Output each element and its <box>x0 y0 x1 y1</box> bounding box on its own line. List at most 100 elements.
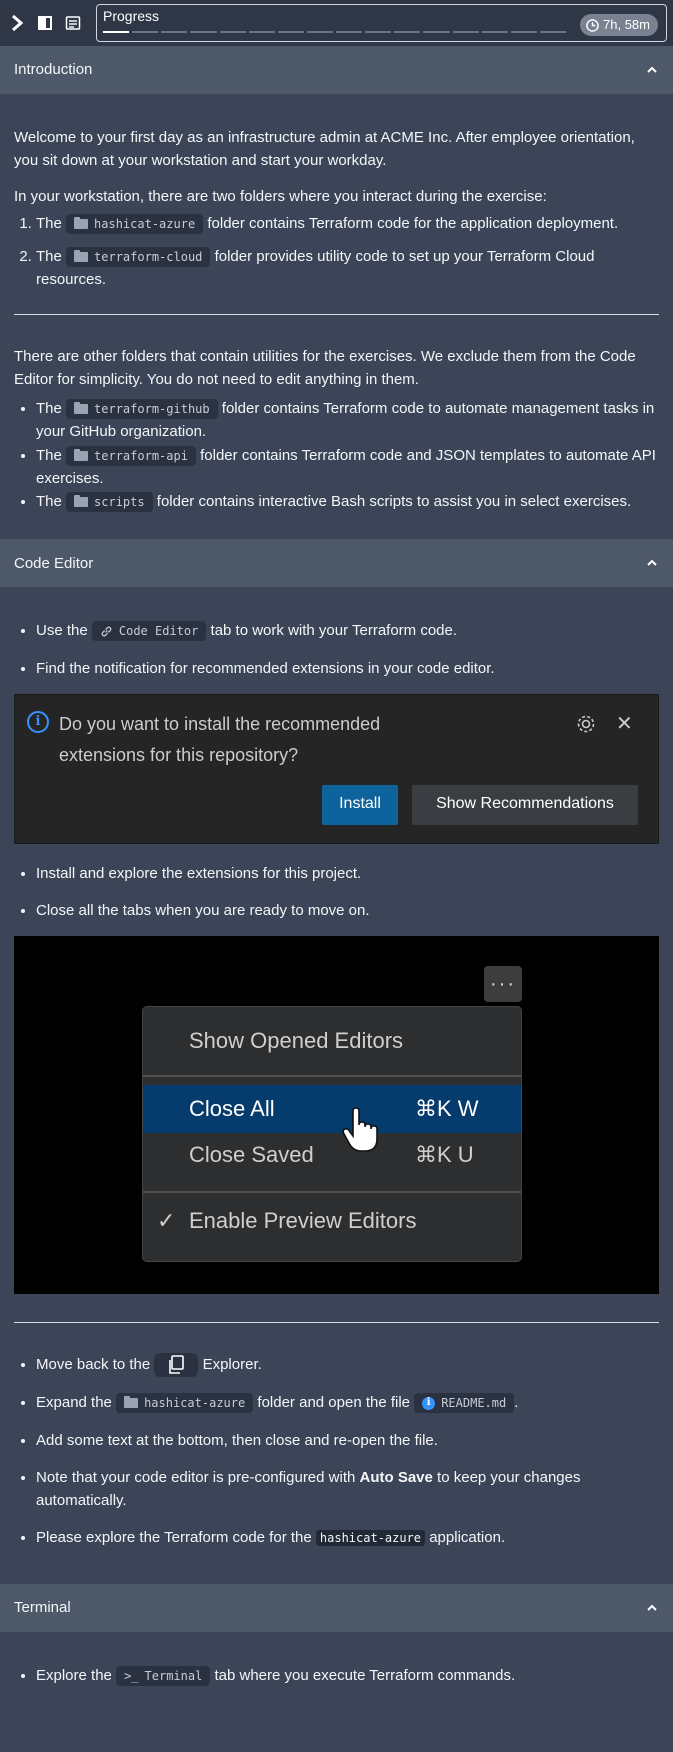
section-header-code-editor[interactable]: Code Editor <box>0 539 673 588</box>
instruction-list: Explore the >_Terminal tab where you exe… <box>14 1664 659 1687</box>
list-item: Use the Code Editor tab to work with you… <box>36 619 659 642</box>
list-item: Add some text at the bottom, then close … <box>36 1429 659 1452</box>
notification-text: Do you want to install the recommended e… <box>59 713 381 765</box>
show-recommendations-button: Show Recommendations <box>412 784 638 825</box>
clock-icon <box>586 18 599 32</box>
info-icon: i <box>27 710 49 733</box>
menu-item-enable-preview-editors: ✓ Enable Preview Editors <box>143 1197 521 1245</box>
progress-segment <box>161 31 188 33</box>
list-item: The terraform-cloud folder provides util… <box>36 245 659 292</box>
progress-segment <box>481 31 508 33</box>
top-bar: Progress 7h, 58m <box>0 0 673 46</box>
code-editor-tab-chip[interactable]: Code Editor <box>91 621 207 642</box>
section-title: Code Editor <box>14 554 94 572</box>
check-icon: ✓ <box>157 1208 176 1234</box>
progress-segment <box>306 31 333 33</box>
hand-cursor-icon <box>341 1107 381 1171</box>
info-icon: i <box>422 1396 436 1410</box>
progress-segment <box>510 31 537 33</box>
install-button: Install <box>322 784 398 825</box>
progress-segment <box>277 31 304 33</box>
chevron-up-icon[interactable] <box>645 1601 659 1615</box>
progress-segment <box>248 31 275 33</box>
list-item: Expand the hashicat-azure folder and ope… <box>36 1391 659 1414</box>
intro-paragraph: In your workstation, there are two folde… <box>14 187 547 205</box>
progress-segment <box>452 31 479 33</box>
list-item: Note that your code editor is pre-config… <box>36 1466 659 1513</box>
list-item: Please explore the Terraform code for th… <box>36 1526 659 1549</box>
progress-segment <box>190 31 217 33</box>
section-header-introduction[interactable]: Introduction <box>0 46 673 94</box>
instruction-list: Use the Code Editor tab to work with you… <box>14 619 659 680</box>
section-header-terminal[interactable]: Terminal <box>0 1583 673 1632</box>
chevron-up-icon[interactable] <box>645 556 659 570</box>
list-item: Move back to the Explorer. <box>36 1353 659 1378</box>
list-item: The terraform-api folder contains Terraf… <box>36 444 659 491</box>
progress-label: Progress <box>103 8 160 24</box>
progress-segment <box>103 31 130 33</box>
folder-icon <box>74 448 89 461</box>
explorer-chip[interactable] <box>154 1353 199 1378</box>
list-item: Find the notification for recommended ex… <box>36 657 659 680</box>
list-item: Explore the >_Terminal tab where you exe… <box>36 1664 659 1687</box>
folder-icon <box>74 216 89 229</box>
folder-icon <box>74 250 89 263</box>
utility-folder-list: The terraform-github folder contains Ter… <box>14 397 659 539</box>
link-icon <box>101 626 112 637</box>
folder-chip[interactable]: terraform-github <box>66 399 218 420</box>
menu-item-show-opened-editors: Show Opened Editors <box>189 1028 404 1054</box>
folder-chip[interactable]: terraform-api <box>66 445 196 466</box>
folder-icon <box>74 402 89 415</box>
menu-item-close-saved: Close Saved ⌘K U <box>189 1142 474 1168</box>
context-menu: Show Opened Editors Close All ⌘K W Close … <box>142 1006 522 1263</box>
time-remaining-badge: 7h, 58m <box>580 14 658 36</box>
progress-segment <box>132 31 159 33</box>
folder-chip[interactable]: scripts <box>66 492 153 513</box>
intro-paragraph: There are other folders that contain uti… <box>14 347 636 388</box>
list-item: The hashicat-azure folder contains Terra… <box>36 212 659 235</box>
menu-separator <box>143 1075 521 1078</box>
folder-icon <box>124 1396 139 1409</box>
folder-chip[interactable]: terraform-cloud <box>66 247 211 268</box>
folder-chip[interactable]: hashicat-azure <box>116 1393 254 1414</box>
progress-segment <box>219 31 246 33</box>
close-icon: ✕ <box>616 712 633 735</box>
menu-separator <box>143 1191 521 1194</box>
chevron-up-icon[interactable] <box>645 63 659 77</box>
progress-segments <box>103 31 566 33</box>
progress-segment <box>394 31 421 33</box>
more-actions-icon: ··· <box>484 966 522 1003</box>
readme-file-chip[interactable]: i README.md <box>414 1393 515 1414</box>
notes-icon[interactable] <box>64 14 82 32</box>
list-item: Install and explore the extensions for t… <box>36 862 659 885</box>
folder-icon <box>74 495 89 508</box>
panel-icon[interactable] <box>36 14 54 32</box>
divider <box>14 313 659 315</box>
timer-text: 7h, 58m <box>603 16 650 32</box>
progress-segment <box>336 31 363 33</box>
list-item: The terraform-github folder contains Ter… <box>36 397 659 444</box>
close-all-menu-image: ··· Show Opened Editors Close All ⌘K W Cl… <box>14 936 659 1295</box>
section-title: Terminal <box>14 1598 71 1616</box>
intro-paragraph: Welcome to your first day as an infrastr… <box>14 129 635 170</box>
extension-notification-image: i Do you want to install the recommended… <box>14 693 659 844</box>
inline-code: hashicat-azure <box>315 1530 426 1547</box>
instruction-list: Move back to the Explorer. Expand the ha… <box>14 1353 659 1583</box>
section-title: Introduction <box>14 61 93 79</box>
folder-chip[interactable]: hashicat-azure <box>66 213 204 234</box>
folder-list: The hashicat-azure folder contains Terra… <box>14 212 659 292</box>
gear-icon <box>577 715 595 733</box>
instruction-list: Install and explore the extensions for t… <box>14 862 659 923</box>
chevron-right-icon[interactable] <box>8 14 26 32</box>
code-editor-content: Use the Code Editor tab to work with you… <box>0 587 673 1583</box>
introduction-content: Welcome to your first day as an infrastr… <box>0 94 673 539</box>
list-item: The scripts folder contains interactive … <box>36 490 659 513</box>
terminal-content: Explore the >_Terminal tab where you exe… <box>0 1632 673 1687</box>
progress-bar[interactable]: Progress 7h, 58m <box>96 4 667 42</box>
progress-segment <box>365 31 392 33</box>
progress-segment <box>423 31 450 33</box>
terminal-tab-chip[interactable]: >_ Terminal <box>116 1665 211 1686</box>
list-item: Close all the tabs when you are ready to… <box>36 899 659 922</box>
menu-item-close-all: Close All ⌘K W <box>143 1085 521 1134</box>
files-icon <box>169 1355 185 1375</box>
